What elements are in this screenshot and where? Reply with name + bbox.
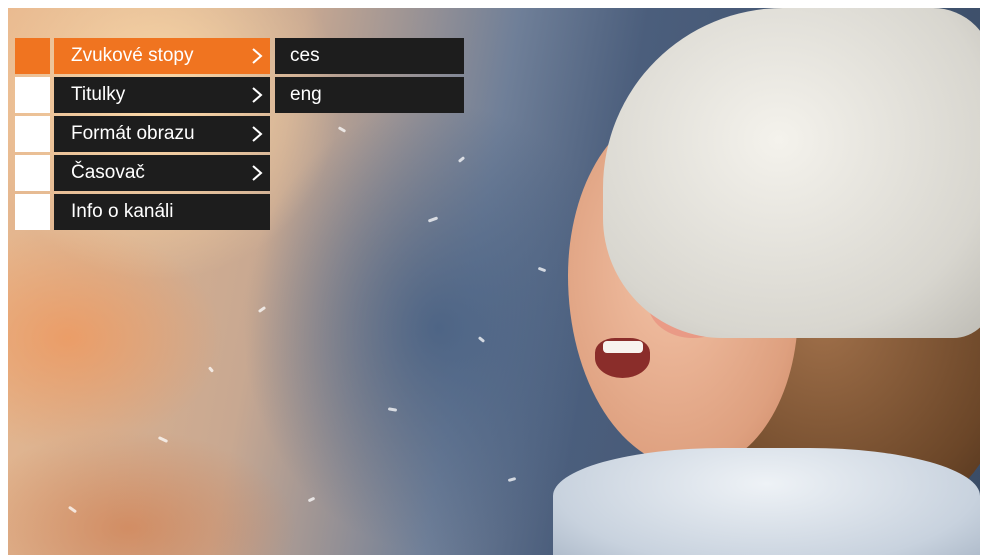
chevron-right-icon [252, 165, 263, 181]
menu-item-label: Titulky [71, 84, 126, 105]
snowflake [457, 156, 466, 163]
submenu-item-label: eng [290, 84, 322, 105]
snowflake [387, 407, 398, 412]
menu-item-label: Info o kanáli [71, 201, 174, 222]
video-screen: Zvukové stopy Titulky Formát obrazu Časo… [8, 8, 980, 555]
submenu-item-label: ces [290, 45, 320, 66]
snowflake [307, 496, 316, 503]
teeth-shape [603, 341, 643, 353]
chevron-right-icon [252, 87, 263, 103]
menu-item-timer[interactable]: Časovač [54, 155, 270, 191]
chevron-right-icon [252, 48, 263, 64]
scarf-shape [553, 448, 980, 555]
background-girl-image [553, 8, 980, 555]
knit-hat-shape [603, 8, 980, 338]
menu-item-channel-info[interactable]: Info o kanáli [54, 194, 270, 230]
menu-item-label: Zvukové stopy [71, 45, 194, 66]
snowflake [257, 305, 267, 314]
selection-indicator [15, 155, 50, 191]
chevron-right-icon [252, 126, 263, 142]
menu-item-label: Formát obrazu [71, 123, 195, 144]
submenu-item-ces[interactable]: ces [275, 38, 464, 74]
snowflake [67, 505, 78, 514]
snowflake [157, 436, 169, 443]
snowflake [507, 477, 517, 482]
menu-item-aspect-ratio[interactable]: Formát obrazu [54, 116, 270, 152]
menu-item-label: Časovač [71, 162, 145, 183]
selection-indicator [15, 77, 50, 113]
snowflake [427, 216, 439, 223]
snowflake [337, 126, 347, 133]
selection-indicator [15, 116, 50, 152]
snowflake [537, 266, 547, 273]
snowflake [477, 336, 486, 343]
snowflake [207, 366, 215, 373]
menu-item-subtitles[interactable]: Titulky [54, 77, 270, 113]
menu-item-audio-tracks[interactable]: Zvukové stopy [54, 38, 270, 74]
selection-indicator [15, 38, 50, 74]
submenu-item-eng[interactable]: eng [275, 77, 464, 113]
selection-indicator [15, 194, 50, 230]
